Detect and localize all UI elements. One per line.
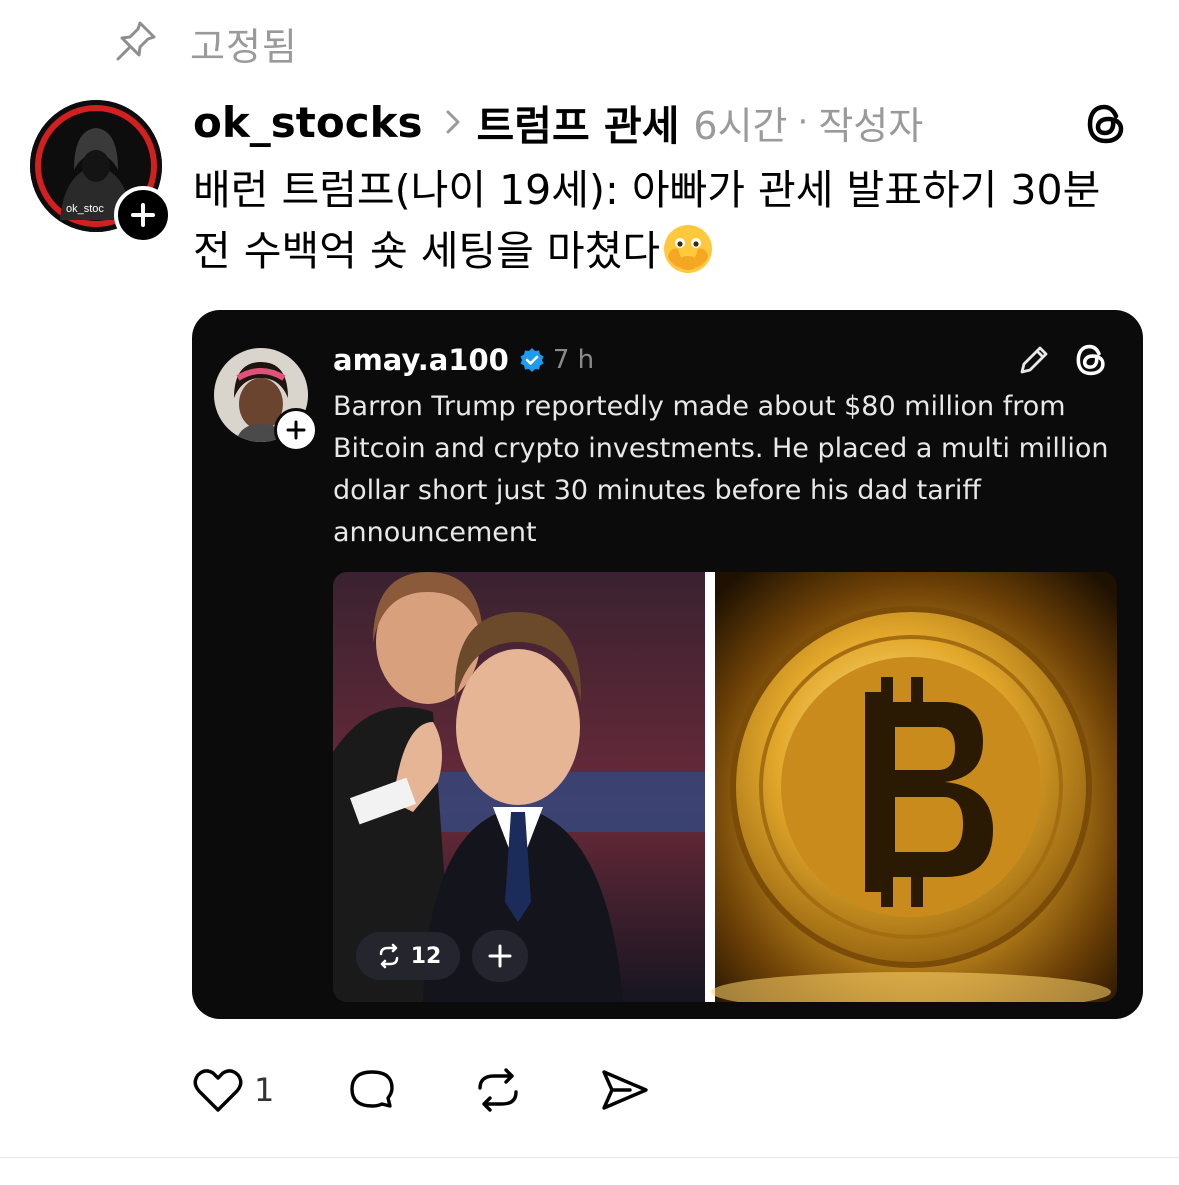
post-action-bar: 1 <box>190 1060 652 1120</box>
post-header: ok_stocks 트럼프 관세 6시간 · 작성자 <box>193 92 923 152</box>
post-body: 배런 트럼프(나이 19세): 아빠가 관세 발표하기 30분 전 수백억 숏 … <box>193 160 1143 282</box>
separator-dot: · <box>797 102 809 142</box>
threads-logo-icon[interactable] <box>1082 100 1130 148</box>
share-button[interactable] <box>596 1062 652 1118</box>
face-hand-over-mouth-icon <box>664 225 713 273</box>
quoted-post-card[interactable]: amay.a100 7 h Barron Trump reportedly ma… <box>192 310 1143 1019</box>
pinned-label: 고정됨 <box>190 24 298 69</box>
avatar-caption: ok_stoc <box>66 203 104 215</box>
like-button[interactable]: 1 <box>190 1062 274 1118</box>
edit-icon[interactable] <box>1014 340 1054 380</box>
repost-button[interactable] <box>470 1062 526 1118</box>
bitcoin-coin-photo <box>711 572 1117 1002</box>
comment-icon <box>350 1070 395 1108</box>
quoted-follow-button[interactable] <box>274 408 318 452</box>
topic-tag[interactable]: 트럼프 관세 <box>477 92 680 152</box>
pinned-indicator: 고정됨 <box>112 17 298 69</box>
threads-logo-icon[interactable] <box>1072 341 1110 379</box>
author-tag: 작성자 <box>818 103 924 148</box>
quoted-repost-counter[interactable]: 12 <box>356 932 460 980</box>
plus-icon <box>131 203 155 227</box>
pin-icon <box>112 17 160 69</box>
quoted-add-button[interactable] <box>472 930 528 982</box>
follow-button[interactable] <box>114 186 172 244</box>
plus-icon <box>286 420 306 440</box>
like-count: 1 <box>254 1071 275 1109</box>
plus-icon <box>488 944 512 968</box>
repost-icon <box>478 1068 519 1112</box>
quoted-time: 7 h <box>552 345 595 375</box>
heart-icon <box>193 1069 243 1112</box>
repost-icon <box>379 943 398 969</box>
quoted-text: Barron Trump reportedly made about $80 m… <box>333 391 1109 548</box>
share-icon <box>602 1070 649 1110</box>
divider <box>0 1157 1179 1158</box>
comment-button[interactable] <box>344 1062 400 1118</box>
post-time: 6시간 <box>693 103 788 148</box>
quoted-repost-count: 12 <box>410 943 442 969</box>
verified-badge-icon <box>520 348 544 372</box>
quoted-header: amay.a100 7 h <box>333 340 594 380</box>
author-username[interactable]: ok_stocks <box>193 98 423 147</box>
post-text: 배런 트럼프(나이 19세): 아빠가 관세 발표하기 30분 전 수백억 숏 … <box>193 166 1101 275</box>
quoted-username[interactable]: amay.a100 <box>333 343 509 377</box>
chevron-right-icon <box>445 109 461 135</box>
